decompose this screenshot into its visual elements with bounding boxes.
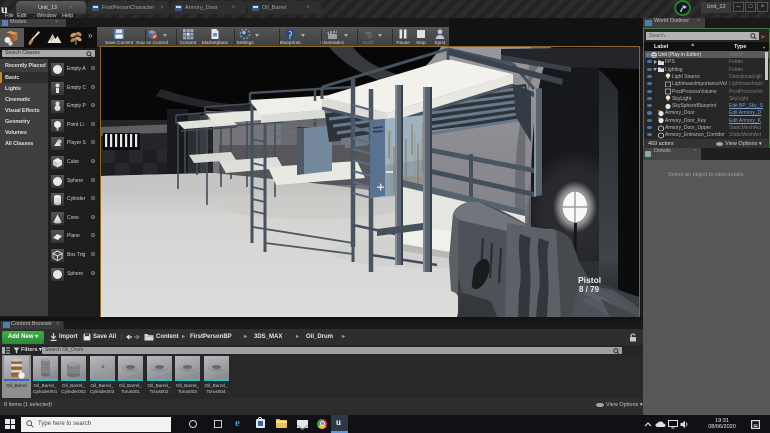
svg-text:Pistol: Pistol: [578, 275, 601, 285]
svg-text:8 / 79: 8 / 79: [579, 285, 600, 294]
